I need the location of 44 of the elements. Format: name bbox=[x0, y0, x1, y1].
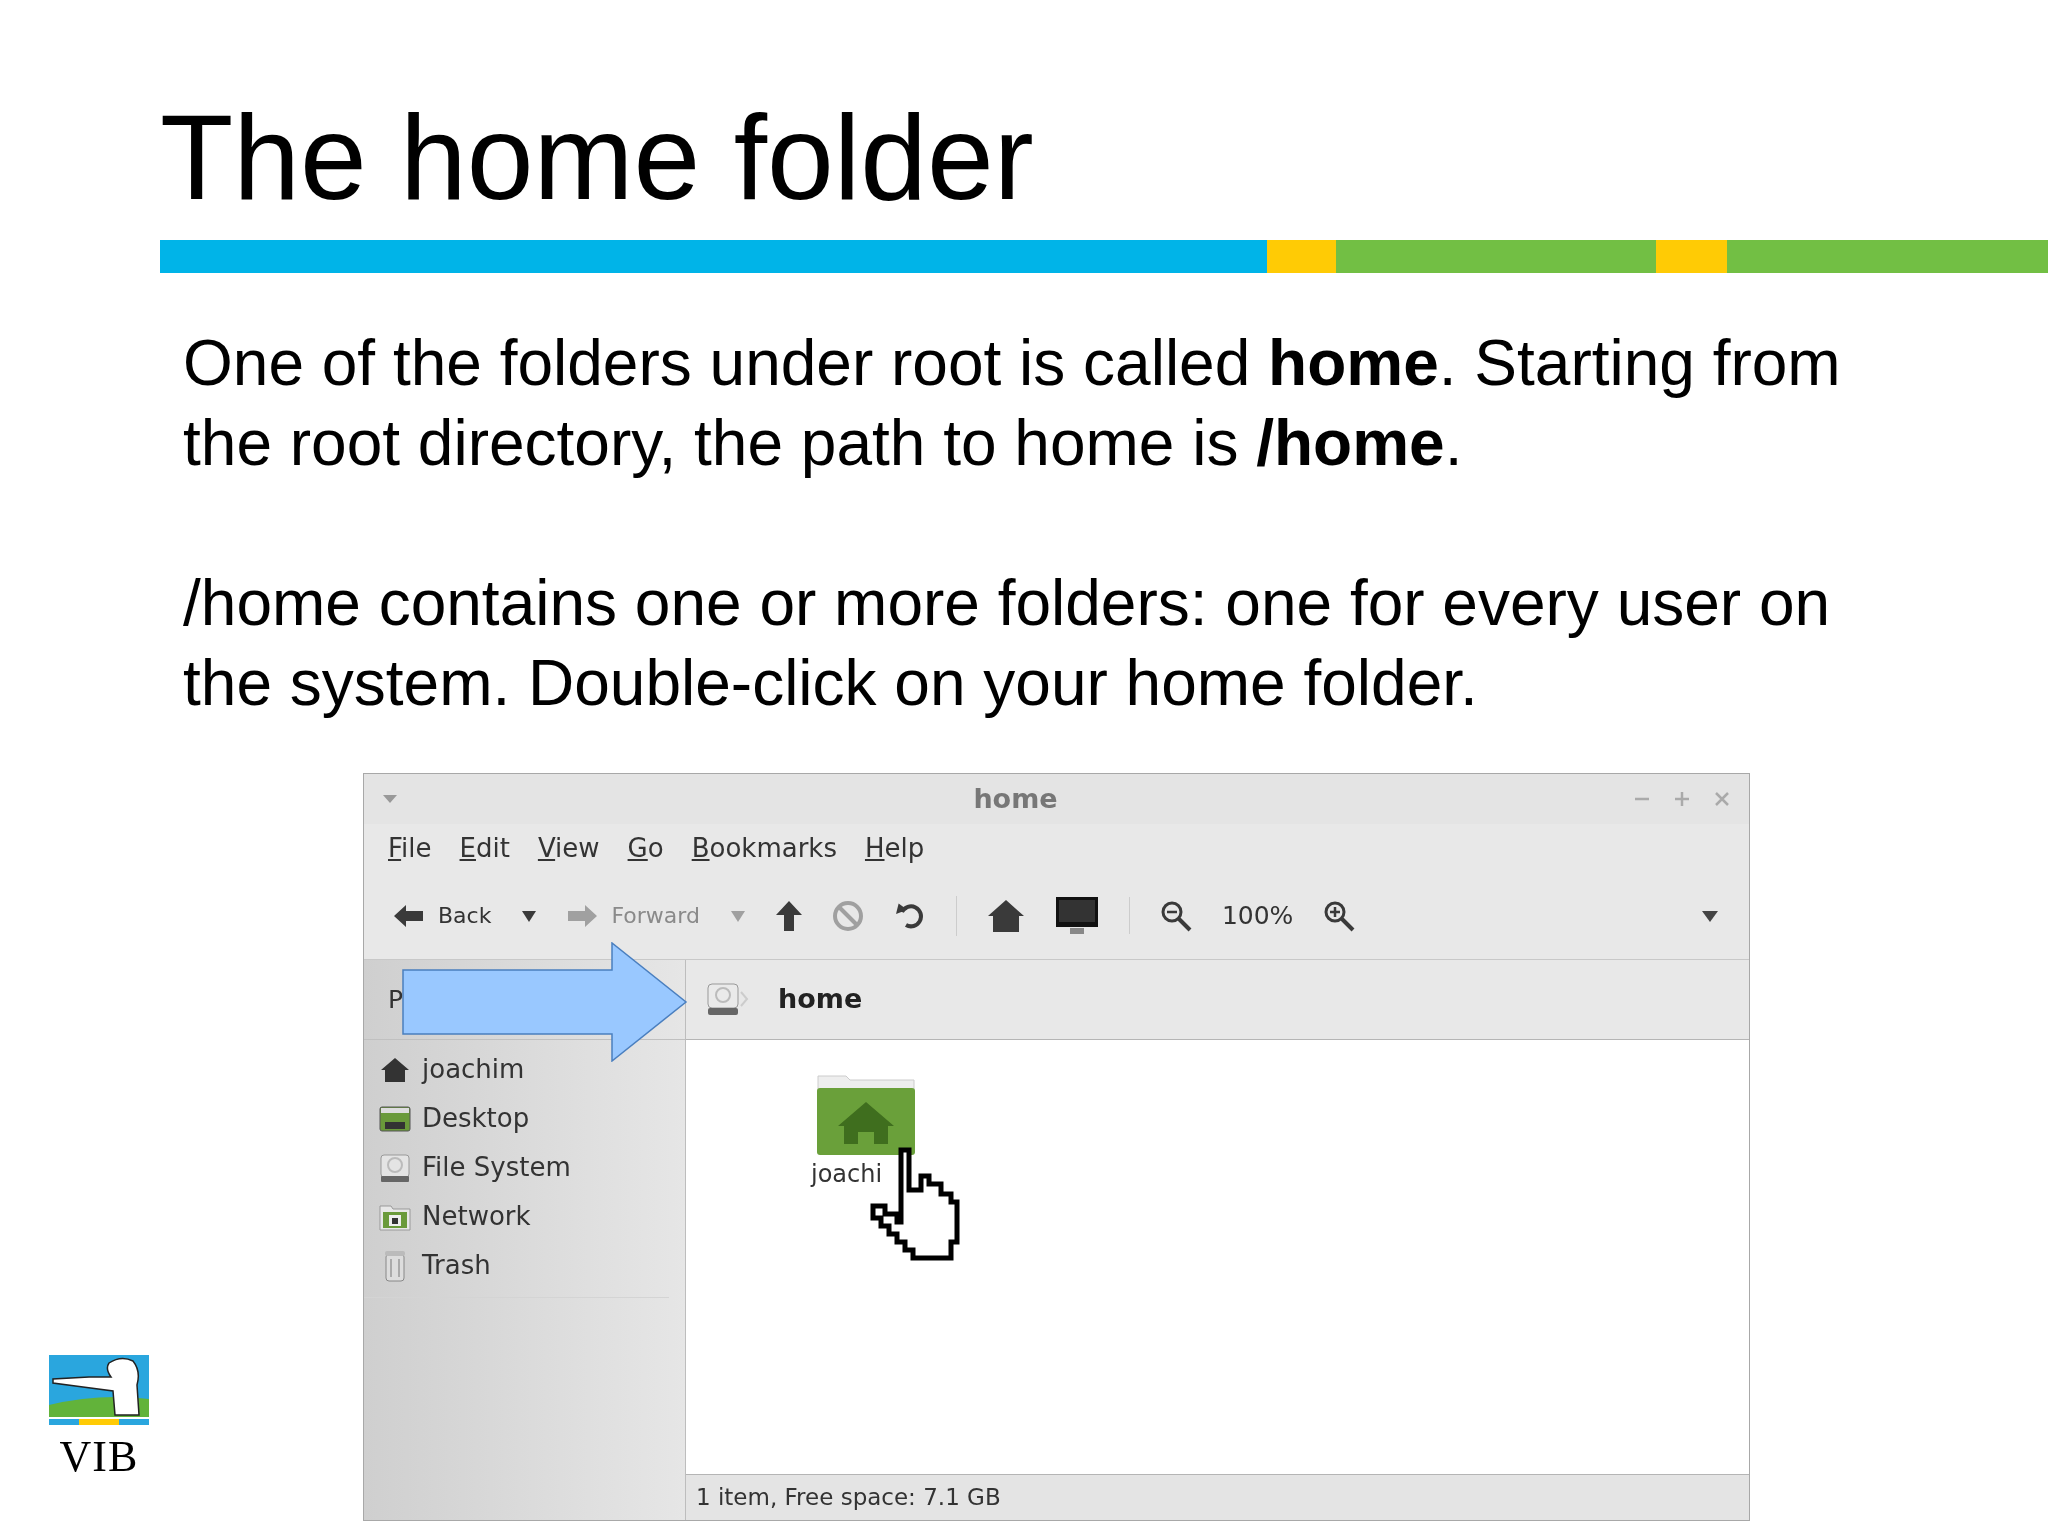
sidebar-item[interactable]: joachim bbox=[378, 1050, 655, 1089]
forward-arrow-icon bbox=[567, 903, 598, 928]
trash-icon bbox=[383, 1249, 407, 1282]
menu-item[interactable]: Edit bbox=[459, 828, 510, 868]
zoom-in-icon bbox=[1323, 899, 1356, 932]
menu-item[interactable]: Help bbox=[864, 828, 925, 868]
logo-text: VIB bbox=[59, 1435, 139, 1479]
stop-icon bbox=[831, 899, 864, 932]
zoom-out-icon bbox=[1159, 899, 1192, 932]
menu-item[interactable]: Go bbox=[627, 828, 664, 868]
window-title: home bbox=[973, 781, 1058, 816]
monitor-icon bbox=[1054, 895, 1099, 936]
computer-button[interactable] bbox=[1054, 895, 1099, 936]
caret-icon bbox=[729, 908, 746, 923]
sidebar-item[interactable]: File System bbox=[378, 1148, 655, 1187]
overflow-caret-icon[interactable] bbox=[1701, 908, 1719, 923]
path-segment[interactable]: home bbox=[778, 979, 863, 1020]
zoom-in-button[interactable] bbox=[1323, 899, 1356, 932]
up-arrow-icon bbox=[775, 900, 802, 931]
zoom-level: 100% bbox=[1221, 899, 1294, 932]
zoom-out-button[interactable] bbox=[1159, 899, 1192, 932]
menu-item[interactable]: View bbox=[537, 828, 600, 868]
sidebar-item[interactable]: Desktop bbox=[378, 1099, 655, 1138]
hard-drive-icon bbox=[379, 1152, 411, 1183]
desktop-icon bbox=[379, 1105, 411, 1132]
caret-button[interactable] bbox=[521, 908, 538, 923]
sidebar-item[interactable]: Trash bbox=[378, 1246, 655, 1285]
caret-icon bbox=[521, 908, 538, 923]
house-icon bbox=[380, 1056, 410, 1083]
menu-item[interactable]: File bbox=[388, 828, 432, 868]
up-button[interactable] bbox=[775, 900, 802, 931]
back-arrow-icon bbox=[394, 903, 424, 928]
home-folder-icon bbox=[816, 1074, 916, 1156]
network-folder-icon bbox=[379, 1202, 411, 1231]
back-button[interactable]: Back bbox=[394, 899, 492, 932]
menu-item[interactable]: Bookmarks bbox=[691, 828, 837, 868]
file-name: joachi bbox=[811, 1159, 883, 1190]
sidebar-item[interactable]: Network bbox=[378, 1197, 655, 1236]
slide-paragraph: One of the folders under root is called home. Starting from the root directory, the path to home is /home. bbox=[183, 326, 1842, 481]
slide-paragraph: /home contains one or more folders: one for every user on the system. Double-click on your home folder. bbox=[183, 566, 1832, 721]
home-button[interactable] bbox=[986, 898, 1025, 933]
slide-title: The home folder bbox=[160, 92, 1034, 222]
house-icon bbox=[986, 898, 1025, 933]
status-text: 1 item, Free space: 7.1 GB bbox=[696, 1483, 1001, 1513]
